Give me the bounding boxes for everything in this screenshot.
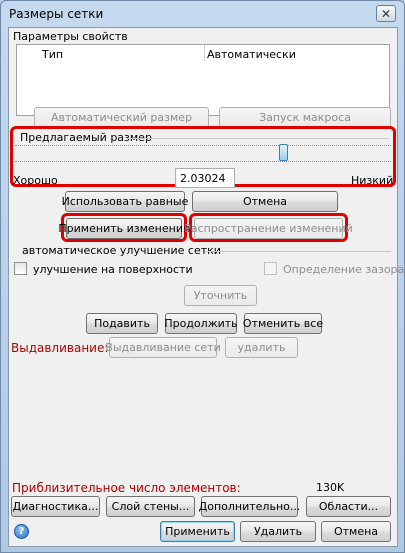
propagate-changes-button[interactable]: Распространение изменений [184, 218, 353, 239]
gap-detection-checkbox[interactable] [264, 262, 277, 275]
diagnostics-button[interactable]: Диагностика... [11, 496, 100, 517]
group-divider [127, 138, 389, 139]
mesh-sizes-window: Размеры сетки ✕ Параметры свойств Тип Ав… [0, 0, 405, 553]
slider-thumb[interactable] [279, 144, 288, 161]
gap-detection-label: Определение зазора [283, 263, 405, 276]
regions-button[interactable]: Области... [306, 496, 391, 517]
close-icon: ✕ [380, 6, 392, 21]
auto-size-button[interactable]: Автоматический размер [34, 107, 209, 128]
apply-changes-button[interactable]: Применить изменения [58, 218, 190, 239]
element-count-value: 130K [316, 481, 345, 494]
group-divider [205, 251, 391, 252]
refinement-group-label: автоматическое улучшение сетки [22, 244, 221, 257]
undo-all-button[interactable]: Отменить все [243, 313, 323, 334]
extrude-mesh-button[interactable]: Выдавливание сети [105, 337, 221, 358]
apply-button[interactable]: Применить [160, 521, 235, 542]
cancel-button[interactable]: Отмена [321, 521, 391, 542]
title-bar[interactable]: Размеры сетки ✕ [1, 1, 404, 27]
surface-refinement-label: улучшение на поверхности [33, 263, 193, 276]
delete-button[interactable]: Удалить [240, 521, 316, 542]
refine-button[interactable]: Уточнить [184, 285, 257, 306]
suppress-button[interactable]: Подавить [86, 313, 158, 334]
help-glyph: ? [18, 526, 25, 537]
size-value-input[interactable] [175, 168, 235, 188]
element-count-label: Приблизительное число элементов: [12, 481, 241, 495]
surface-refinement-checkbox[interactable] [14, 262, 27, 275]
close-button[interactable]: ✕ [376, 5, 396, 22]
cancel-size-button[interactable]: Отмена [192, 191, 338, 212]
additional-button[interactable]: Дополнительно... [199, 496, 300, 517]
properties-table[interactable]: Тип Автоматически [16, 44, 390, 116]
size-slider[interactable] [15, 144, 391, 162]
extrusion-label: Выдавливание: [11, 341, 109, 355]
resume-button[interactable]: Продолжить [164, 313, 238, 334]
quality-low-label: Низкий [351, 174, 394, 187]
column-auto: Автоматически [207, 48, 296, 61]
dialog-body: Параметры свойств Тип Автоматически Авто… [8, 27, 404, 547]
column-divider [204, 45, 205, 61]
properties-group-label: Параметры свойств [13, 30, 128, 43]
help-icon[interactable]: ? [14, 524, 29, 539]
window-title: Размеры сетки [9, 7, 104, 21]
column-type: Тип [42, 48, 64, 61]
run-macro-button[interactable]: Запуск макроса [219, 107, 391, 128]
use-equal-button[interactable]: Использовать равные [62, 191, 188, 212]
wall-layer-button[interactable]: Слой стены... [106, 496, 195, 517]
quality-good-label: Хорошо [13, 174, 58, 187]
extrusion-delete-button[interactable]: удалить [225, 337, 298, 358]
